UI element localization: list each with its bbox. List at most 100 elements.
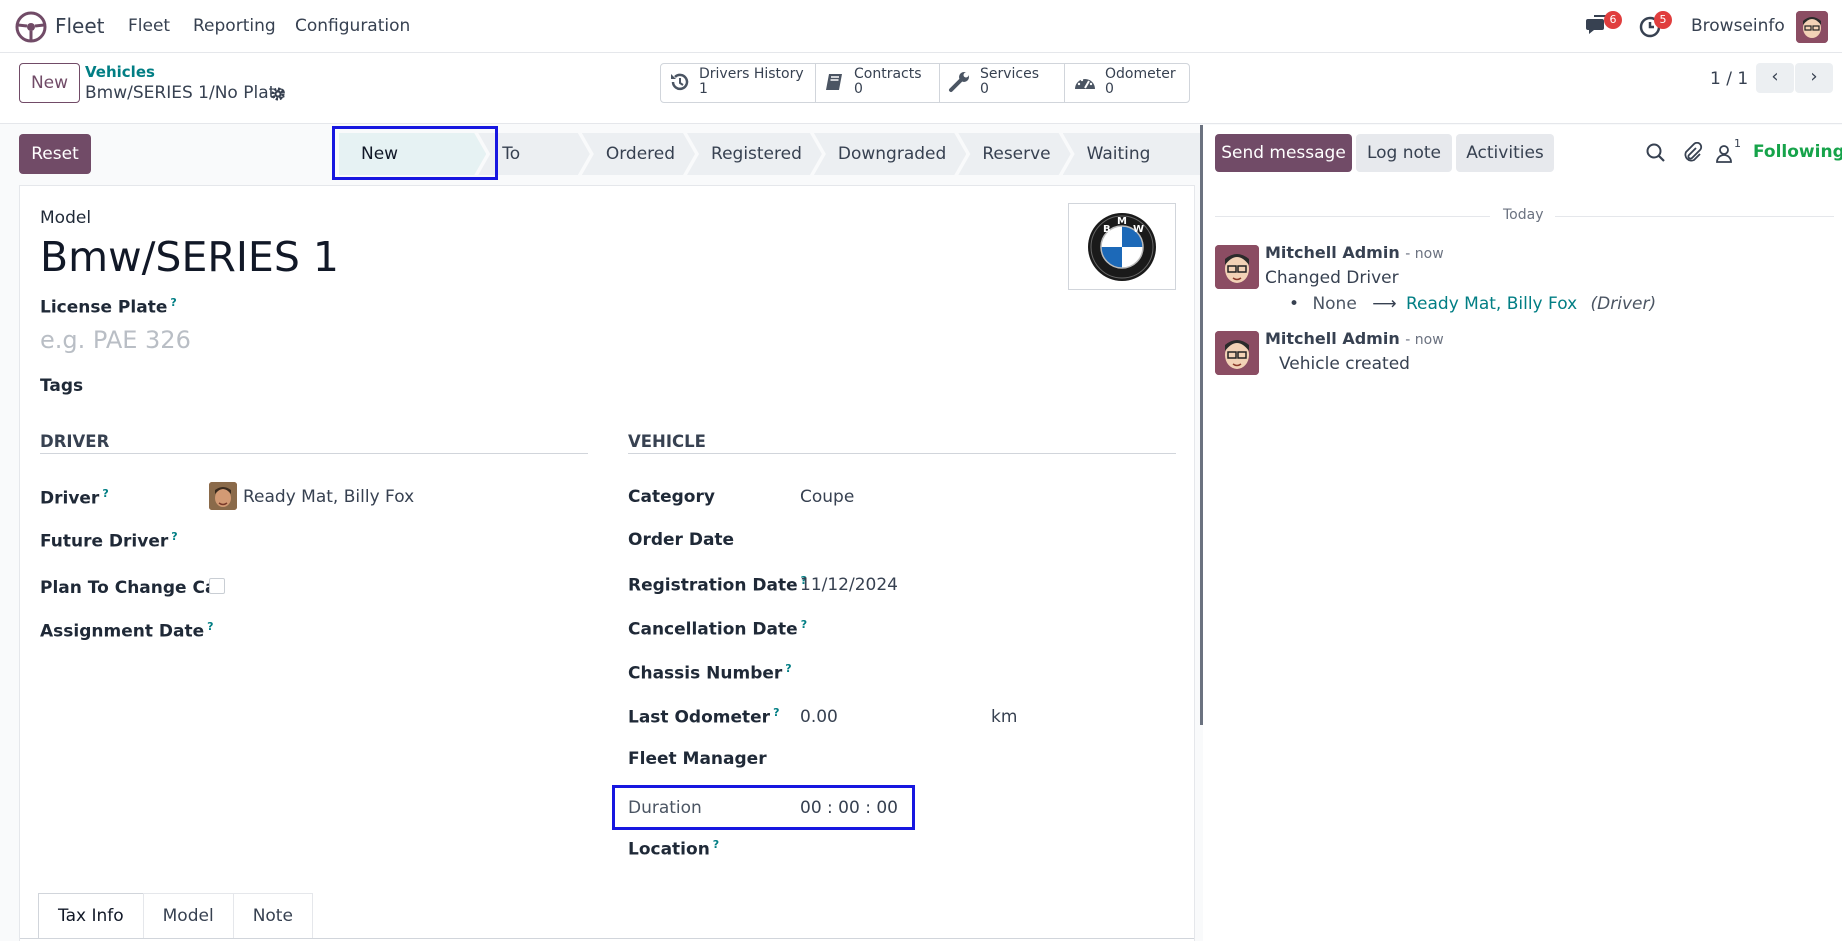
- category-value[interactable]: Coupe: [800, 487, 854, 507]
- fleet-app-icon[interactable]: [15, 11, 47, 43]
- chassis-number-label: Chassis Number?: [628, 662, 792, 684]
- assignment-date-label: Assignment Date?: [40, 620, 214, 642]
- stage-to-order[interactable]: To Order: [478, 133, 590, 175]
- odometer-unit[interactable]: km: [991, 707, 1017, 727]
- pager-previous-button[interactable]: ‹: [1756, 63, 1794, 93]
- license-plate-input[interactable]: e.g. PAE 326: [40, 326, 191, 354]
- today-divider-right: [1555, 216, 1834, 217]
- vehicle-section-divider: [628, 453, 1176, 454]
- tags-label: Tags: [40, 376, 84, 396]
- smart-buttons: Drivers History1 Contracts0 Services0: [660, 63, 1190, 103]
- message-author-avatar[interactable]: [1215, 245, 1259, 289]
- plan-change-label: Plan To Change Car: [40, 578, 225, 598]
- last-odometer-value[interactable]: 0.00: [800, 707, 838, 727]
- send-message-button[interactable]: Send message: [1215, 134, 1352, 172]
- help-icon[interactable]: ?: [207, 620, 213, 633]
- help-icon[interactable]: ?: [785, 662, 791, 675]
- tabs-divider: [20, 938, 1194, 939]
- old-value: None: [1312, 294, 1357, 314]
- help-icon[interactable]: ?: [773, 706, 779, 719]
- log-note-button[interactable]: Log note: [1356, 134, 1452, 172]
- smart-button-value: 0: [1105, 81, 1114, 97]
- stage-new-request[interactable]: New Request: [339, 133, 486, 175]
- tab-model[interactable]: Model: [142, 893, 234, 939]
- smart-button-label: Contracts: [854, 66, 922, 82]
- help-icon[interactable]: ?: [801, 618, 807, 631]
- driver-label: Driver?: [40, 487, 109, 509]
- model-label: Model: [40, 208, 92, 228]
- registration-date-value[interactable]: 11/12/2024: [800, 575, 898, 595]
- new-value-link[interactable]: Ready Mat, Billy Fox: [1406, 294, 1577, 314]
- paperclip-icon[interactable]: [1681, 142, 1703, 164]
- message-author[interactable]: Mitchell Admin - now: [1265, 243, 1444, 262]
- tab-tax-info[interactable]: Tax Info: [38, 893, 144, 939]
- app-name[interactable]: Fleet: [55, 14, 105, 38]
- svg-text:M: M: [1117, 216, 1127, 227]
- form-view: Reset New Request To Order Ordered Regis…: [0, 125, 1200, 941]
- menu-fleet[interactable]: Fleet: [128, 16, 170, 36]
- breadcrumb-current: Bmw/SERIES 1/No Plate: [85, 83, 286, 103]
- search-icon[interactable]: [1645, 142, 1667, 164]
- stage-registered[interactable]: Registered: [687, 133, 822, 175]
- duration-label: Duration: [628, 798, 702, 818]
- arrow-right-icon: ⟶: [1372, 294, 1397, 314]
- smart-button-label: Services: [980, 66, 1040, 82]
- message-author[interactable]: Mitchell Admin - now: [1265, 329, 1444, 348]
- new-button[interactable]: New: [19, 63, 80, 103]
- field-name: (Driver): [1590, 294, 1657, 314]
- menu-configuration[interactable]: Configuration: [295, 16, 410, 36]
- smart-button-value: 0: [980, 81, 989, 97]
- chevron-right-icon: ›: [1810, 66, 1818, 87]
- smart-button-label: Drivers History: [699, 66, 804, 82]
- driver-value[interactable]: Ready Mat, Billy Fox: [243, 487, 414, 507]
- stage-downgraded[interactable]: Downgraded: [814, 133, 966, 175]
- following-button[interactable]: Following: [1753, 142, 1842, 162]
- wrench-icon: [949, 72, 969, 92]
- message-time: - now: [1405, 332, 1444, 348]
- activities-button[interactable]: Activities: [1456, 134, 1554, 172]
- help-icon[interactable]: ?: [171, 530, 177, 543]
- model-value[interactable]: Bmw/SERIES 1: [40, 233, 339, 281]
- company-name[interactable]: Browseinfo: [1691, 16, 1785, 36]
- top-navbar: Fleet Fleet Reporting Configuration 6 5 …: [0, 0, 1842, 53]
- stage-waiting-list[interactable]: Waiting List: [1062, 133, 1200, 175]
- smart-button-value: 0: [854, 81, 863, 97]
- smart-button-services[interactable]: Services 0: [940, 64, 1065, 102]
- pager-next-button[interactable]: ›: [1795, 63, 1833, 93]
- vehicle-section-title: VEHICLE: [628, 432, 706, 451]
- bullet-icon: •: [1289, 294, 1300, 314]
- gear-icon[interactable]: [270, 86, 286, 102]
- message-author-avatar[interactable]: [1215, 331, 1259, 375]
- chevron-left-icon: ‹: [1771, 66, 1779, 87]
- smart-button-contracts[interactable]: Contracts 0: [816, 64, 940, 102]
- pager-value[interactable]: 1 / 1: [1710, 69, 1748, 89]
- notebook-tabs: Tax Info Model Note: [38, 893, 313, 939]
- vehicle-image[interactable]: B M W: [1068, 203, 1176, 290]
- help-icon[interactable]: ?: [713, 838, 719, 851]
- user-avatar[interactable]: [1796, 11, 1828, 43]
- plan-change-checkbox[interactable]: [209, 578, 225, 594]
- driver-section-title: DRIVER: [40, 432, 110, 451]
- help-icon[interactable]: ?: [170, 296, 176, 309]
- breadcrumb-vehicles[interactable]: Vehicles: [85, 63, 155, 81]
- form-sheet: Model Bmw/SERIES 1 B M W License Plate? …: [19, 185, 1195, 941]
- order-date-label: Order Date: [628, 530, 735, 550]
- duration-value: 00 : 00 : 00: [800, 798, 898, 818]
- smart-button-odometer[interactable]: Odometer 0: [1065, 64, 1189, 102]
- reset-button[interactable]: Reset: [19, 134, 91, 174]
- license-plate-label: License Plate?: [40, 296, 177, 318]
- message-time: - now: [1405, 246, 1444, 262]
- stage-ordered[interactable]: Ordered: [582, 133, 695, 175]
- today-separator: Today: [1503, 207, 1544, 223]
- future-driver-label: Future Driver?: [40, 530, 178, 552]
- tab-note[interactable]: Note: [232, 893, 313, 939]
- followers-count: 1: [1734, 137, 1741, 150]
- menu-reporting[interactable]: Reporting: [193, 16, 276, 36]
- help-icon[interactable]: ?: [102, 487, 108, 500]
- stage-reserve[interactable]: Reserve: [958, 133, 1070, 175]
- smart-button-value: 1: [699, 81, 708, 97]
- smart-button-drivers-history[interactable]: Drivers History 1: [661, 64, 816, 102]
- location-label: Location?: [628, 838, 720, 860]
- tachometer-icon: [1075, 78, 1095, 89]
- tracking-value-change: • None ⟶ Ready Mat, Billy Fox (Driver): [1289, 294, 1656, 314]
